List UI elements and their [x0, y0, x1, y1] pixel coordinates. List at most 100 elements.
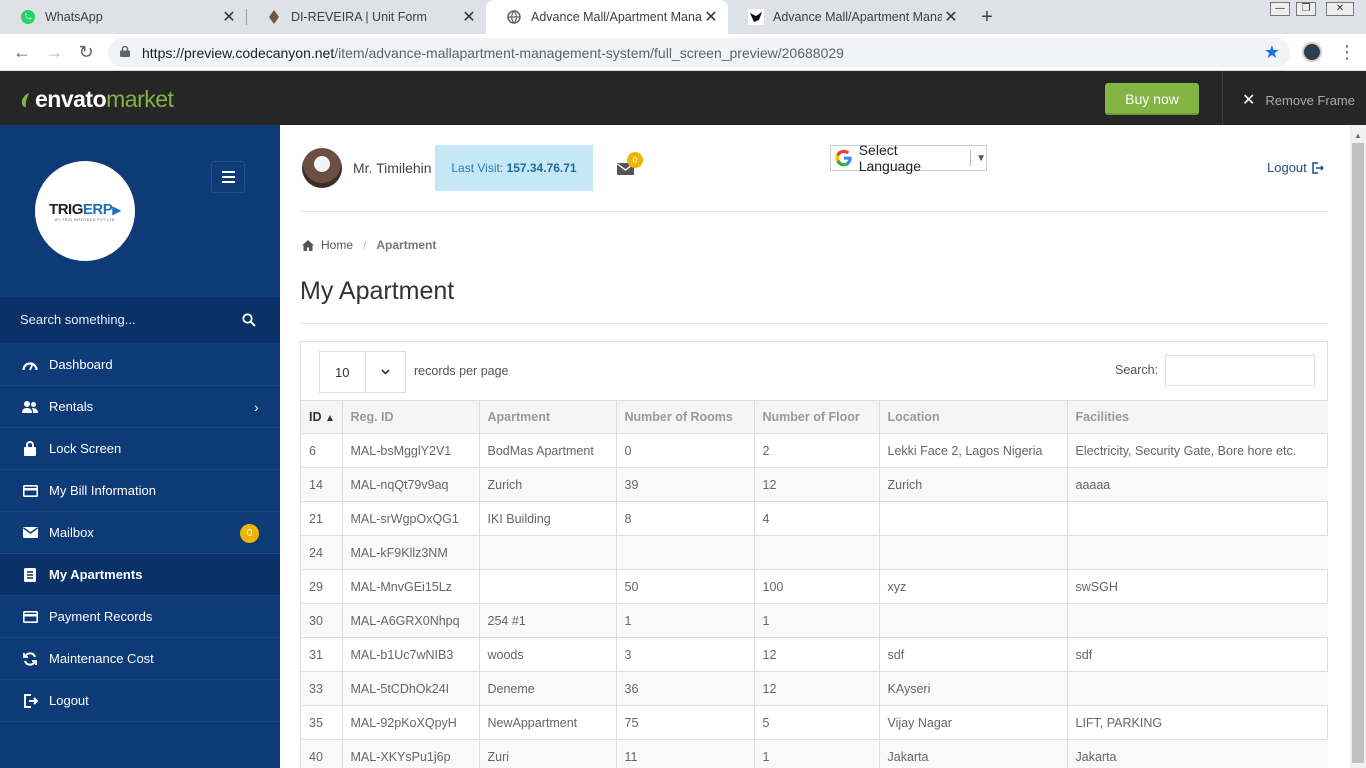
sidebar-menu: Dashboard Rentals › Lock Screen My Bill …	[0, 344, 280, 722]
table-row[interactable]: 29 MAL-MnvGEi15Lz 50 100 xyz swSGH	[301, 569, 1328, 604]
divider	[1222, 71, 1223, 125]
vertical-scrollbar[interactable]: ▲	[1350, 125, 1366, 768]
table-cell: Vijay Nagar	[879, 705, 1068, 740]
back-arrow-icon[interactable]: ←	[12, 42, 32, 62]
company-logo[interactable]: TRIGERP▶ BY TRIG INFOTECH PVT LTD	[35, 161, 135, 261]
column-header-id[interactable]: ID ▲	[301, 400, 343, 434]
table-cell: 30	[301, 603, 343, 638]
chevron-down-icon	[366, 352, 405, 392]
tab-title: DI-REVEIRA | Unit Form	[291, 10, 427, 24]
buy-now-button[interactable]: Buy now	[1105, 83, 1199, 115]
scrollbar-thumb[interactable]	[1352, 143, 1364, 763]
sidebar-item-label: Mailbox	[49, 525, 94, 540]
tab-advance-mall-2[interactable]: Advance Mall/Apartment Manag ✕	[728, 0, 968, 34]
close-tab-icon[interactable]: ✕	[942, 7, 960, 27]
table-row[interactable]: 21 MAL-srWgpOxQG1 IKI Building 8 4	[301, 501, 1328, 536]
users-icon	[22, 399, 38, 415]
close-tab-icon[interactable]: ✕	[460, 7, 478, 27]
table-row[interactable]: 33 MAL-5tCDhOk24I Deneme 36 12 KAyseri	[301, 671, 1328, 706]
column-header-floor[interactable]: Number of Floor	[754, 400, 880, 434]
table-cell: 29	[301, 569, 343, 604]
signout-icon	[1312, 161, 1324, 174]
main-content: Mr. Timilehin Last Visit: 157.34.76.71 0…	[280, 125, 1350, 768]
table-row[interactable]: 30 MAL-A6GRX0Nhpq 254 #1 1 1	[301, 603, 1328, 638]
reload-icon[interactable]: ↻	[76, 42, 96, 62]
table-cell: swSGH	[1067, 569, 1328, 604]
language-select[interactable]: Select Language ▼	[830, 142, 987, 174]
breadcrumb-home[interactable]: Home	[321, 238, 353, 252]
tab-title: Advance Mall/Apartment Manag	[531, 10, 702, 24]
table-cell: 1	[754, 603, 880, 638]
column-header-apartment[interactable]: Apartment	[479, 400, 617, 434]
table-cell: 1	[754, 739, 880, 768]
address-bar: ← → ↻ https://preview.codecanyon.net/ite…	[0, 34, 1366, 71]
profile-avatar[interactable]	[1302, 42, 1322, 62]
close-tab-icon[interactable]: ✕	[220, 7, 238, 27]
sidebar-item-payment-records[interactable]: Payment Records	[0, 596, 280, 638]
sidebar-item-mailbox[interactable]: Mailbox 0	[0, 512, 280, 554]
browser-tab-bar: WhatsApp ✕ DI-REVEIRA | Unit Form ✕ Adva…	[0, 0, 1366, 34]
window-close-button[interactable]: ✕	[1326, 2, 1354, 16]
bookmark-star-icon[interactable]: ★	[1264, 42, 1280, 63]
table-row[interactable]: 6 MAL-bsMgglY2V1 BodMas Apartment 0 2 Lekki F…	[301, 433, 1328, 468]
table-cell: 33	[301, 671, 343, 706]
mailbox-count-badge: 0	[240, 524, 259, 543]
sidebar-item-rentals[interactable]: Rentals ›	[0, 386, 280, 428]
url-field[interactable]: https://preview.codecanyon.net/item/adva…	[108, 38, 1290, 67]
sidebar-item-label: Maintenance Cost	[49, 651, 154, 666]
table-row[interactable]: 14 MAL-nqQt79v9aq Zurich 39 12 Zurich aaaaa	[301, 467, 1328, 502]
sidebar-item-label: Dashboard	[49, 357, 113, 372]
table-cell: Zurich	[879, 467, 1068, 502]
sidebar-item-bill-information[interactable]: My Bill Information	[0, 470, 280, 512]
user-avatar[interactable]	[302, 148, 342, 188]
forward-arrow-icon[interactable]: →	[44, 42, 64, 62]
new-tab-button[interactable]: +	[976, 6, 998, 28]
envato-logo[interactable]: envato market	[20, 86, 174, 113]
table-cell	[1067, 535, 1328, 570]
restore-button[interactable]: ❐	[1296, 2, 1316, 16]
chevron-right-icon: ›	[254, 399, 259, 415]
sidebar-item-logout[interactable]: Logout	[0, 680, 280, 722]
logout-link[interactable]: Logout	[1267, 160, 1324, 175]
column-header-location[interactable]: Location	[879, 400, 1068, 434]
page-length-select[interactable]: 10	[319, 351, 406, 393]
table-cell: Zuri	[479, 739, 617, 768]
search-icon[interactable]	[242, 313, 256, 327]
remove-frame-button[interactable]: ✕ Remove Frame	[1242, 90, 1355, 110]
table-row[interactable]: 31 MAL-b1Uc7wNIB3 woods 3 12 sdf sdf	[301, 637, 1328, 672]
url-text: https://preview.codecanyon.net/item/adva…	[142, 45, 844, 61]
tab-whatsapp[interactable]: WhatsApp ✕	[0, 0, 246, 34]
username[interactable]: Mr. Timilehin	[353, 160, 432, 176]
table-row[interactable]: 24 MAL-kF9Kllz3NM	[301, 535, 1328, 570]
close-tab-icon[interactable]: ✕	[702, 7, 720, 27]
search-input[interactable]: Search something...	[20, 312, 136, 327]
sidebar-search[interactable]: Search something...	[0, 297, 280, 343]
breadcrumb: Home / Apartment	[302, 238, 436, 252]
tab-unit-form[interactable]: DI-REVEIRA | Unit Form ✕	[246, 0, 486, 34]
browser-menu-icon[interactable]: ⋮	[1338, 42, 1356, 62]
table-cell: 35	[301, 705, 343, 740]
diamond-icon	[266, 9, 282, 25]
sidebar-item-maintenance-cost[interactable]: Maintenance Cost	[0, 638, 280, 680]
sidebar-item-label: My Apartments	[49, 567, 143, 582]
table-body: 6 MAL-bsMgglY2V1 BodMas Apartment 0 2 Lekki F…	[301, 433, 1328, 768]
sidebar-item-dashboard[interactable]: Dashboard	[0, 344, 280, 386]
column-header-facilities[interactable]: Facilities	[1067, 400, 1328, 434]
table-cell: MAL-nqQt79v9aq	[342, 467, 480, 502]
url-path: /item/advance-mallapartment-management-s…	[334, 45, 844, 61]
table-cell: 40	[301, 739, 343, 768]
column-header-reg-id[interactable]: Reg. ID	[342, 400, 480, 434]
column-header-rooms[interactable]: Number of Rooms	[616, 400, 755, 434]
sidebar-item-lock-screen[interactable]: Lock Screen	[0, 428, 280, 470]
table-row[interactable]: 40 MAL-XKYsPu1j6p Zuri 11 1 Jakarta Jakarta	[301, 739, 1328, 768]
scroll-up-icon[interactable]: ▲	[1354, 131, 1362, 140]
table-cell: 8	[616, 501, 755, 536]
sidebar-item-my-apartments[interactable]: My Apartments	[0, 554, 280, 596]
lock-icon	[120, 46, 130, 57]
menu-toggle-button[interactable]	[211, 161, 245, 193]
table-row[interactable]: 35 MAL-92pKoXQpyH NewAppartment 75 5 Vijay Na…	[301, 705, 1328, 740]
table-cell: aaaaa	[1067, 467, 1328, 502]
minimize-button[interactable]: —	[1270, 2, 1290, 16]
tab-advance-mall-active[interactable]: Advance Mall/Apartment Manag ✕	[486, 0, 728, 34]
table-search-input[interactable]	[1165, 355, 1315, 386]
